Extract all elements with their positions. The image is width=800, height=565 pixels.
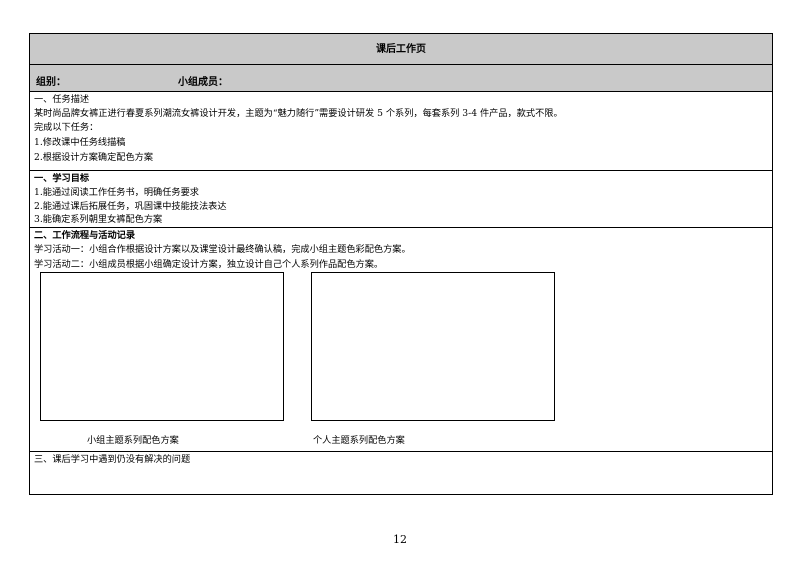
goal-item: 1.能通过阅读工作任务书，明确任务要求 xyxy=(34,187,199,198)
members-label: 小组成员： xyxy=(178,77,228,88)
activity-item: 学习活动一：小组合作根据设计方案以及课堂设计最终确认稿，完成小组主题色彩配色方案… xyxy=(34,244,411,255)
task-description: 某时尚品牌女裤正进行春夏系列潮流女裤设计开发，主题为“魅力随行”需要设计研发 5… xyxy=(34,108,563,119)
goal-item: 2.能通过课后拓展任务，巩固课中技能技法表达 xyxy=(34,201,227,212)
task-instruction: 完成以下任务： xyxy=(34,122,99,133)
section-heading: 一、学习目标 xyxy=(34,173,90,184)
page-number: 12 xyxy=(393,533,407,546)
worksheet-table: 课后工作页 组别： 小组成员： 一、任务描述 某时尚品牌女裤正进行春夏系列潮流女… xyxy=(29,33,773,495)
unresolved-questions-section[interactable]: 三、课后学习中遇到仍没有解决的问题 xyxy=(30,452,772,494)
learning-goals-section: 一、学习目标 1.能通过阅读工作任务书，明确任务要求 2.能通过课后拓展任务，巩… xyxy=(30,171,772,228)
group-label: 组别： xyxy=(36,77,66,88)
group-scheme-caption: 小组主题系列配色方案 xyxy=(87,435,179,446)
section-heading: 二、工作流程与活动记录 xyxy=(34,230,136,241)
task-item: 2.根据设计方案确定配色方案 xyxy=(34,152,154,163)
worksheet-title: 课后工作页 xyxy=(30,34,772,65)
group-color-scheme-box[interactable] xyxy=(40,272,284,421)
section-heading: 三、课后学习中遇到仍没有解决的问题 xyxy=(34,454,191,465)
task-item: 1.修改课中任务线描稿 xyxy=(34,137,126,148)
section-heading: 一、任务描述 xyxy=(34,94,90,105)
personal-color-scheme-box[interactable] xyxy=(311,272,555,421)
goal-item: 3.能确定系列朝里女裤配色方案 xyxy=(34,214,163,225)
workflow-section: 二、工作流程与活动记录 学习活动一：小组合作根据设计方案以及课堂设计最终确认稿，… xyxy=(30,228,772,452)
personal-scheme-caption: 个人主题系列配色方案 xyxy=(313,435,405,446)
task-description-section: 一、任务描述 某时尚品牌女裤正进行春夏系列潮流女裤设计开发，主题为“魅力随行”需… xyxy=(30,92,772,171)
group-info-row: 组别： 小组成员： xyxy=(30,65,772,92)
activity-item: 学习活动二：小组成员根据小组确定设计方案，独立设计自己个人系列作品配色方案。 xyxy=(34,259,384,270)
